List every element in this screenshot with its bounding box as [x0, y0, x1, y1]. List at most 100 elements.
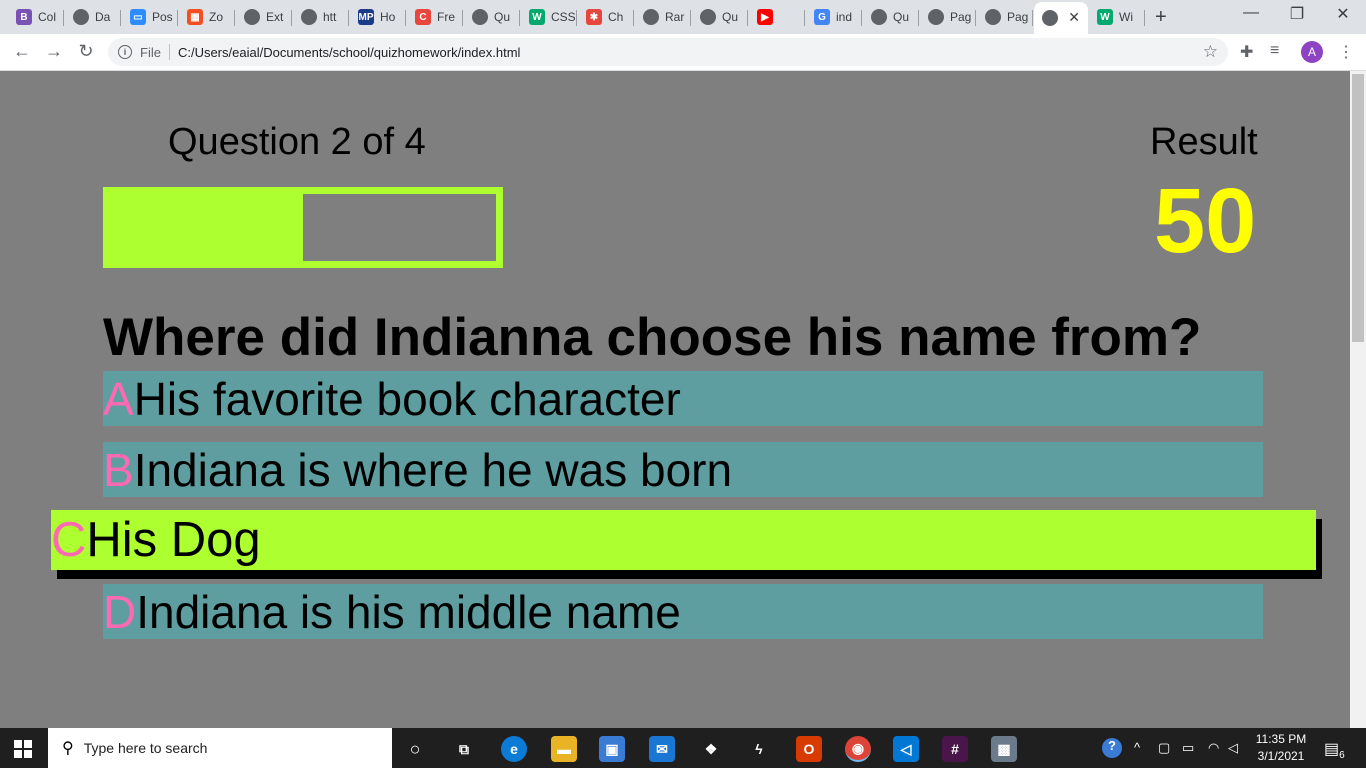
mp-icon: MP [358, 9, 374, 25]
browser-tab[interactable]: Pag [920, 4, 976, 30]
url-text[interactable]: C:/Users/eaial/Documents/school/quizhome… [178, 45, 520, 60]
minimize-button[interactable]: — [1228, 4, 1274, 22]
volume-icon[interactable]: ◁ [1228, 740, 1238, 756]
wifi-icon[interactable]: ◠ [1208, 740, 1219, 756]
windows-taskbar: ⚲ Type here to search ○ ⧉ e ▬ ▣ ✉ ❖ ϟ O … [0, 728, 1366, 768]
slack-icon[interactable]: # [942, 736, 968, 762]
reading-list-icon[interactable]: ≡ [1270, 42, 1279, 60]
choice-letter: A [103, 372, 134, 425]
help-icon[interactable]: ? [1102, 738, 1122, 758]
tab-separator [291, 10, 292, 26]
bookmark-star-icon[interactable]: ☆ [1203, 42, 1218, 62]
browser-tab[interactable]: Ext [236, 4, 292, 30]
bootstrap-icon: B [16, 9, 32, 25]
virtual-box-icon[interactable]: ▩ [991, 736, 1017, 762]
battery-icon[interactable]: ▭ [1182, 740, 1194, 756]
mail-icon[interactable]: ✉ [649, 736, 675, 762]
notification-count: 6 [1339, 750, 1345, 762]
vertical-scrollbar[interactable] [1350, 71, 1366, 728]
browser-tab[interactable]: Qu [464, 4, 520, 30]
tab-label: Ch [608, 10, 624, 24]
tab-label: Wi [1119, 10, 1133, 24]
browser-tab[interactable]: ▭ Pos [122, 4, 178, 30]
forward-button[interactable]: → [42, 41, 66, 62]
meet-now-icon[interactable]: ▢ [1158, 740, 1170, 756]
browser-tab[interactable]: htt [293, 4, 349, 30]
tab-label: Qu [722, 10, 739, 24]
browser-tab[interactable]: Pag [977, 4, 1033, 30]
browser-tab[interactable]: W CSS [521, 4, 577, 30]
vscode-icon[interactable]: ◁ [893, 736, 919, 762]
globe-icon [700, 9, 716, 25]
globe-icon [643, 9, 659, 25]
extensions-icon[interactable]: ✚ [1240, 42, 1253, 62]
new-tab-button[interactable]: + [1155, 6, 1167, 29]
tab-separator [918, 10, 919, 26]
progress-bar [103, 187, 503, 268]
search-icon: ⚲ [62, 740, 74, 757]
tab-separator [861, 10, 862, 26]
browser-tab[interactable]: W Wi [1089, 4, 1145, 30]
tab-label: Qu [494, 10, 511, 24]
back-button[interactable]: ← [10, 41, 34, 62]
browser-tab[interactable]: ✕ [1034, 2, 1088, 34]
choice-b[interactable]: B Indiana is where he was born [103, 442, 1263, 497]
choice-c-selected[interactable]: C His Dog [51, 510, 1316, 570]
result-label: Result [1150, 121, 1258, 163]
tab-label: Qu [893, 10, 910, 24]
choice-letter: B [103, 443, 134, 496]
address-bar[interactable]: i File C:/Users/eaial/Documents/school/q… [108, 38, 1228, 66]
tab-label: htt [323, 10, 337, 24]
globe-icon [244, 9, 260, 25]
system-clock[interactable]: 11:35 PM 3/1/2021 [1250, 731, 1312, 765]
cortana-icon[interactable]: ○ [402, 736, 428, 762]
choice-a[interactable]: A His favorite book character [103, 371, 1263, 426]
tab-separator [120, 10, 121, 26]
taskbar-search[interactable]: ⚲ Type here to search [48, 728, 392, 768]
tab-separator [747, 10, 748, 26]
task-view-icon[interactable]: ⧉ [451, 736, 477, 762]
chevron-up-icon[interactable]: ^ [1134, 740, 1140, 755]
browser-tab[interactable]: ▦ Zo [179, 4, 235, 30]
browser-tab[interactable]: MP Ho [350, 4, 406, 30]
globe-icon [871, 9, 887, 25]
browser-tab[interactable]: Da [65, 4, 121, 30]
tab-label: Pos [152, 10, 173, 24]
winamp-icon[interactable]: ϟ [746, 736, 772, 762]
tab-separator [633, 10, 634, 26]
notifications-icon[interactable]: ▤6 [1324, 739, 1345, 761]
store-icon[interactable]: ▣ [599, 736, 625, 762]
quiz-page: Question 2 of 4 Result 50 Where did Indi… [0, 71, 1350, 728]
restore-button[interactable]: ❐ [1274, 4, 1320, 24]
tab-separator [63, 10, 64, 26]
microsoft-icon: ▦ [187, 9, 203, 25]
browser-tab[interactable]: Rar [635, 4, 691, 30]
start-button[interactable] [14, 740, 32, 758]
tab-label: ind [836, 10, 853, 24]
close-tab-icon[interactable]: ✕ [1068, 9, 1080, 26]
edge-icon[interactable]: e [501, 736, 527, 762]
browser-tab[interactable]: ▶ [749, 4, 805, 30]
browser-tab[interactable]: Gind [806, 4, 862, 30]
profile-avatar[interactable]: A [1301, 41, 1323, 63]
browser-tab[interactable]: Qu [863, 4, 919, 30]
tab-separator [975, 10, 976, 26]
dropbox-icon[interactable]: ❖ [698, 736, 724, 762]
menu-icon[interactable]: ⋮ [1338, 42, 1354, 62]
info-icon[interactable]: i [118, 45, 132, 59]
browser-tab[interactable]: Qu [692, 4, 748, 30]
reload-button[interactable]: ↻ [74, 41, 98, 62]
youtube-icon: ▶ [757, 9, 773, 25]
scrollbar-thumb[interactable] [1352, 74, 1364, 342]
zoom-icon: ▭ [130, 9, 146, 25]
browser-tab[interactable]: B Col [8, 4, 64, 30]
browser-tab[interactable]: C Fre [407, 4, 463, 30]
file-explorer-icon[interactable]: ▬ [551, 736, 577, 762]
choice-letter: C [51, 513, 87, 567]
office-icon[interactable]: O [796, 736, 822, 762]
close-window-button[interactable]: ✕ [1320, 4, 1366, 24]
chrome-icon[interactable]: ◉ [845, 736, 871, 762]
choice-d[interactable]: D Indiana is his middle name [103, 584, 1263, 639]
tab-label: Pag [1007, 10, 1029, 24]
browser-tab[interactable]: ✱ Ch [578, 4, 634, 30]
